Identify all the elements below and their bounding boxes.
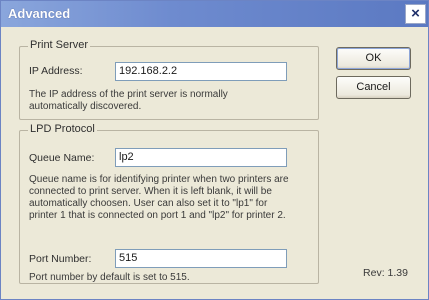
close-icon: × (411, 5, 420, 22)
port-number-description: Port number by default is set to 515. (29, 272, 190, 283)
ip-address-input[interactable]: 192.168.2.2 (115, 62, 287, 81)
lpd-protocol-group: LPD Protocol Queue Name: lp2 Queue name … (19, 123, 319, 284)
title-bar[interactable]: Advanced × (1, 1, 428, 27)
print-server-group: Print Server IP Address: 192.168.2.2 The… (19, 39, 319, 120)
ip-address-label: IP Address: (29, 65, 83, 77)
queue-name-input[interactable]: lp2 (115, 148, 287, 167)
ip-address-description: The IP address of the print server is no… (29, 89, 228, 112)
cancel-button[interactable]: Cancel (336, 76, 411, 99)
lpd-protocol-group-label: LPD Protocol (28, 123, 97, 135)
port-number-input[interactable]: 515 (115, 249, 287, 268)
dialog-title: Advanced (8, 6, 71, 21)
close-button[interactable]: × (405, 4, 426, 24)
revision-label: Rev: 1.39 (363, 267, 408, 279)
port-number-label: Port Number: (29, 253, 92, 265)
ok-button[interactable]: OK (336, 47, 411, 70)
queue-name-description: Queue name is for identifying printer wh… (29, 174, 289, 221)
print-server-group-label: Print Server (28, 39, 91, 51)
advanced-dialog: Advanced × Print Server IP Address: 192.… (0, 0, 429, 300)
queue-name-label: Queue Name: (29, 152, 95, 164)
